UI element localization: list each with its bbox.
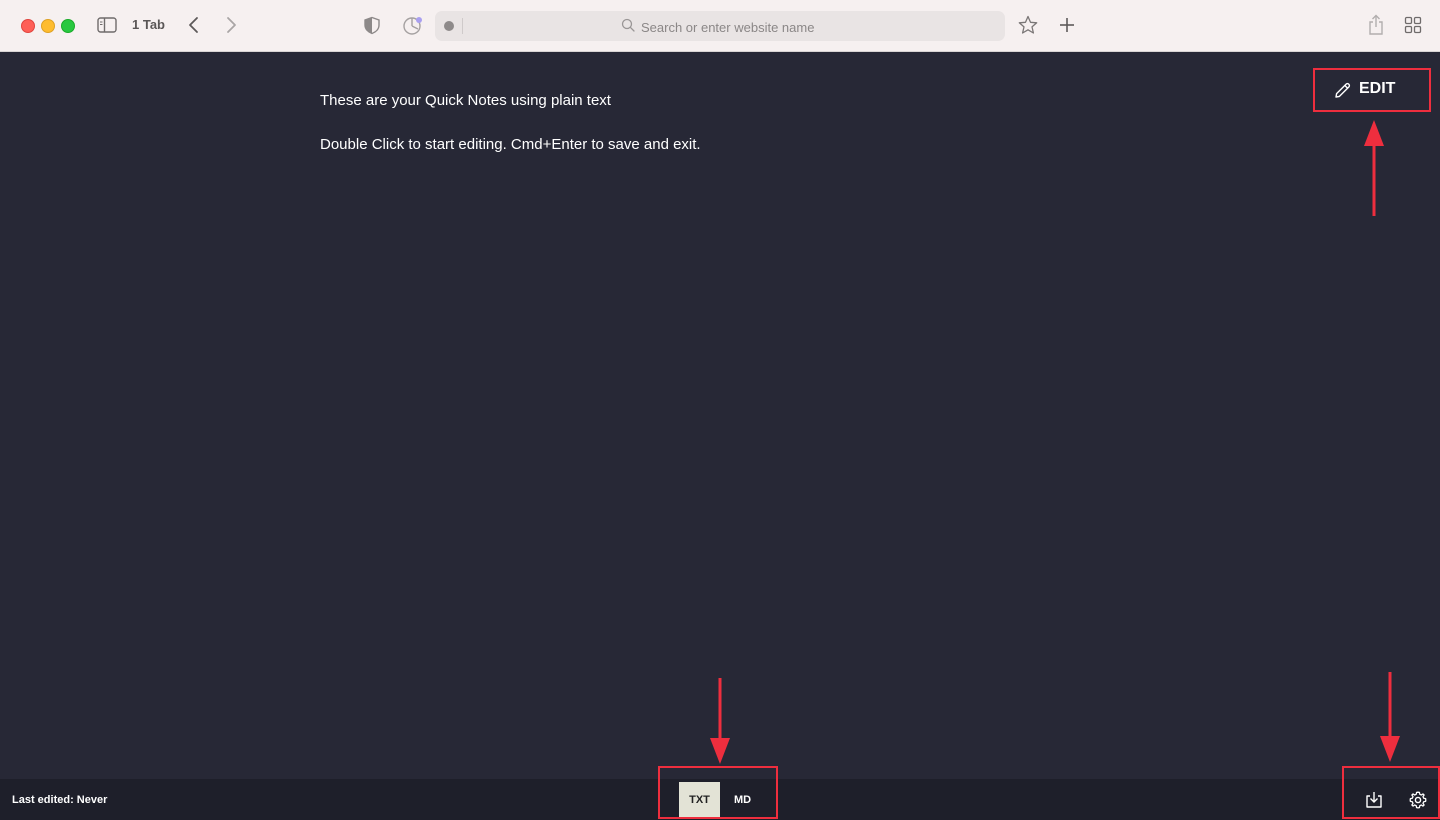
edit-annotation-arrow bbox=[1364, 120, 1384, 216]
minimize-window-button[interactable] bbox=[41, 19, 55, 33]
browser-toolbar: 1 Tab bbox=[0, 0, 1440, 52]
star-icon[interactable] bbox=[1018, 15, 1038, 35]
annotation-arrows bbox=[710, 120, 1400, 764]
share-icon[interactable] bbox=[1367, 14, 1385, 36]
note-text-line[interactable]: These are your Quick Notes using plain t… bbox=[320, 92, 611, 109]
forward-icon[interactable] bbox=[224, 16, 238, 34]
tab-overview-icon[interactable] bbox=[1404, 16, 1422, 34]
shield-icon[interactable] bbox=[363, 16, 381, 35]
search-icon bbox=[621, 18, 635, 37]
plus-icon[interactable] bbox=[1058, 16, 1076, 34]
close-window-button[interactable] bbox=[21, 19, 35, 33]
privacy-report-icon[interactable] bbox=[402, 15, 424, 37]
tab-count-label[interactable]: 1 Tab bbox=[132, 17, 165, 32]
address-input[interactable] bbox=[639, 16, 983, 38]
format-annotation-box bbox=[658, 766, 778, 819]
note-text-line[interactable]: Double Click to start editing. Cmd+Enter… bbox=[320, 136, 701, 153]
sidebar-icon[interactable] bbox=[97, 16, 117, 34]
zoom-window-button[interactable] bbox=[61, 19, 75, 33]
address-bar[interactable] bbox=[435, 11, 1005, 41]
edit-annotation-box bbox=[1313, 68, 1431, 112]
last-edited-status: Last edited: Never bbox=[12, 794, 108, 806]
back-icon[interactable] bbox=[187, 16, 201, 34]
footer-actions-annotation-box bbox=[1342, 766, 1440, 819]
footer-actions-annotation-arrow bbox=[1380, 672, 1400, 762]
site-status-icon bbox=[444, 21, 454, 31]
address-divider bbox=[462, 18, 463, 34]
format-annotation-arrow bbox=[710, 678, 730, 764]
